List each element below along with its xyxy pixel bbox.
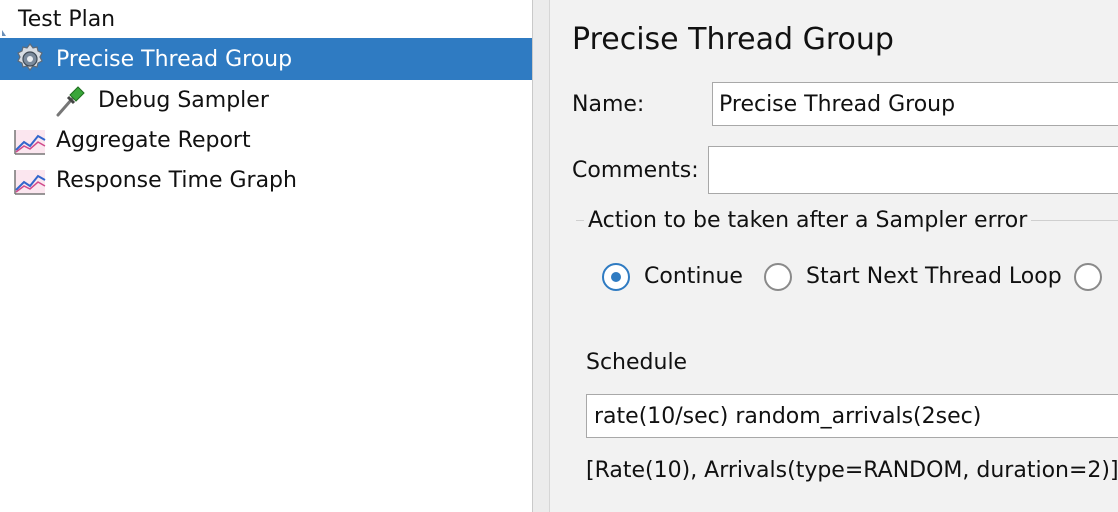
comments-field[interactable]	[708, 146, 1118, 194]
name-field[interactable]	[712, 82, 1118, 126]
tree-item-debug-sampler[interactable]: Debug Sampler	[0, 80, 532, 120]
thread-group-panel: Precise Thread Group Name: Comments: Act…	[550, 0, 1118, 512]
graph-icon	[12, 162, 48, 198]
test-plan-tree[interactable]: Test Plan Precise Thread Group Debug Sam…	[0, 0, 532, 512]
gear-icon	[12, 41, 48, 77]
graph-icon	[12, 122, 48, 158]
schedule-label: Schedule	[586, 350, 688, 375]
tree-item-precise-thread-group[interactable]: Precise Thread Group	[0, 38, 532, 80]
continue-radio[interactable]	[602, 263, 630, 291]
tree-item-label: Test Plan	[18, 6, 116, 32]
third-action-radio[interactable]	[1074, 263, 1102, 291]
tree-item-response-time-graph[interactable]: Response Time Graph	[0, 160, 532, 200]
tree-item-label: Precise Thread Group	[56, 46, 293, 72]
pipette-icon	[52, 81, 90, 119]
test-plan-icon	[0, 0, 18, 38]
tree-item-label: Aggregate Report	[56, 127, 251, 153]
start-next-thread-loop-radio-label[interactable]: Start Next Thread Loop	[806, 264, 1062, 289]
name-label: Name:	[572, 92, 645, 117]
tree-item-test-plan[interactable]: Test Plan	[0, 0, 532, 38]
schedule-parsed-text: [Rate(10), Arrivals(type=RANDOM, duratio…	[586, 458, 1118, 483]
panel-title: Precise Thread Group	[572, 22, 894, 57]
action-group-legend: Action to be taken after a Sampler error	[584, 208, 1032, 233]
panel-splitter[interactable]	[532, 0, 550, 512]
tree-item-aggregate-report[interactable]: Aggregate Report	[0, 120, 532, 160]
start-next-thread-loop-radio[interactable]	[764, 263, 792, 291]
comments-label: Comments:	[572, 158, 699, 183]
continue-radio-label[interactable]: Continue	[644, 264, 743, 289]
tree-item-label: Debug Sampler	[98, 87, 269, 113]
tree-item-label: Response Time Graph	[56, 167, 297, 193]
schedule-field[interactable]	[586, 394, 1118, 438]
